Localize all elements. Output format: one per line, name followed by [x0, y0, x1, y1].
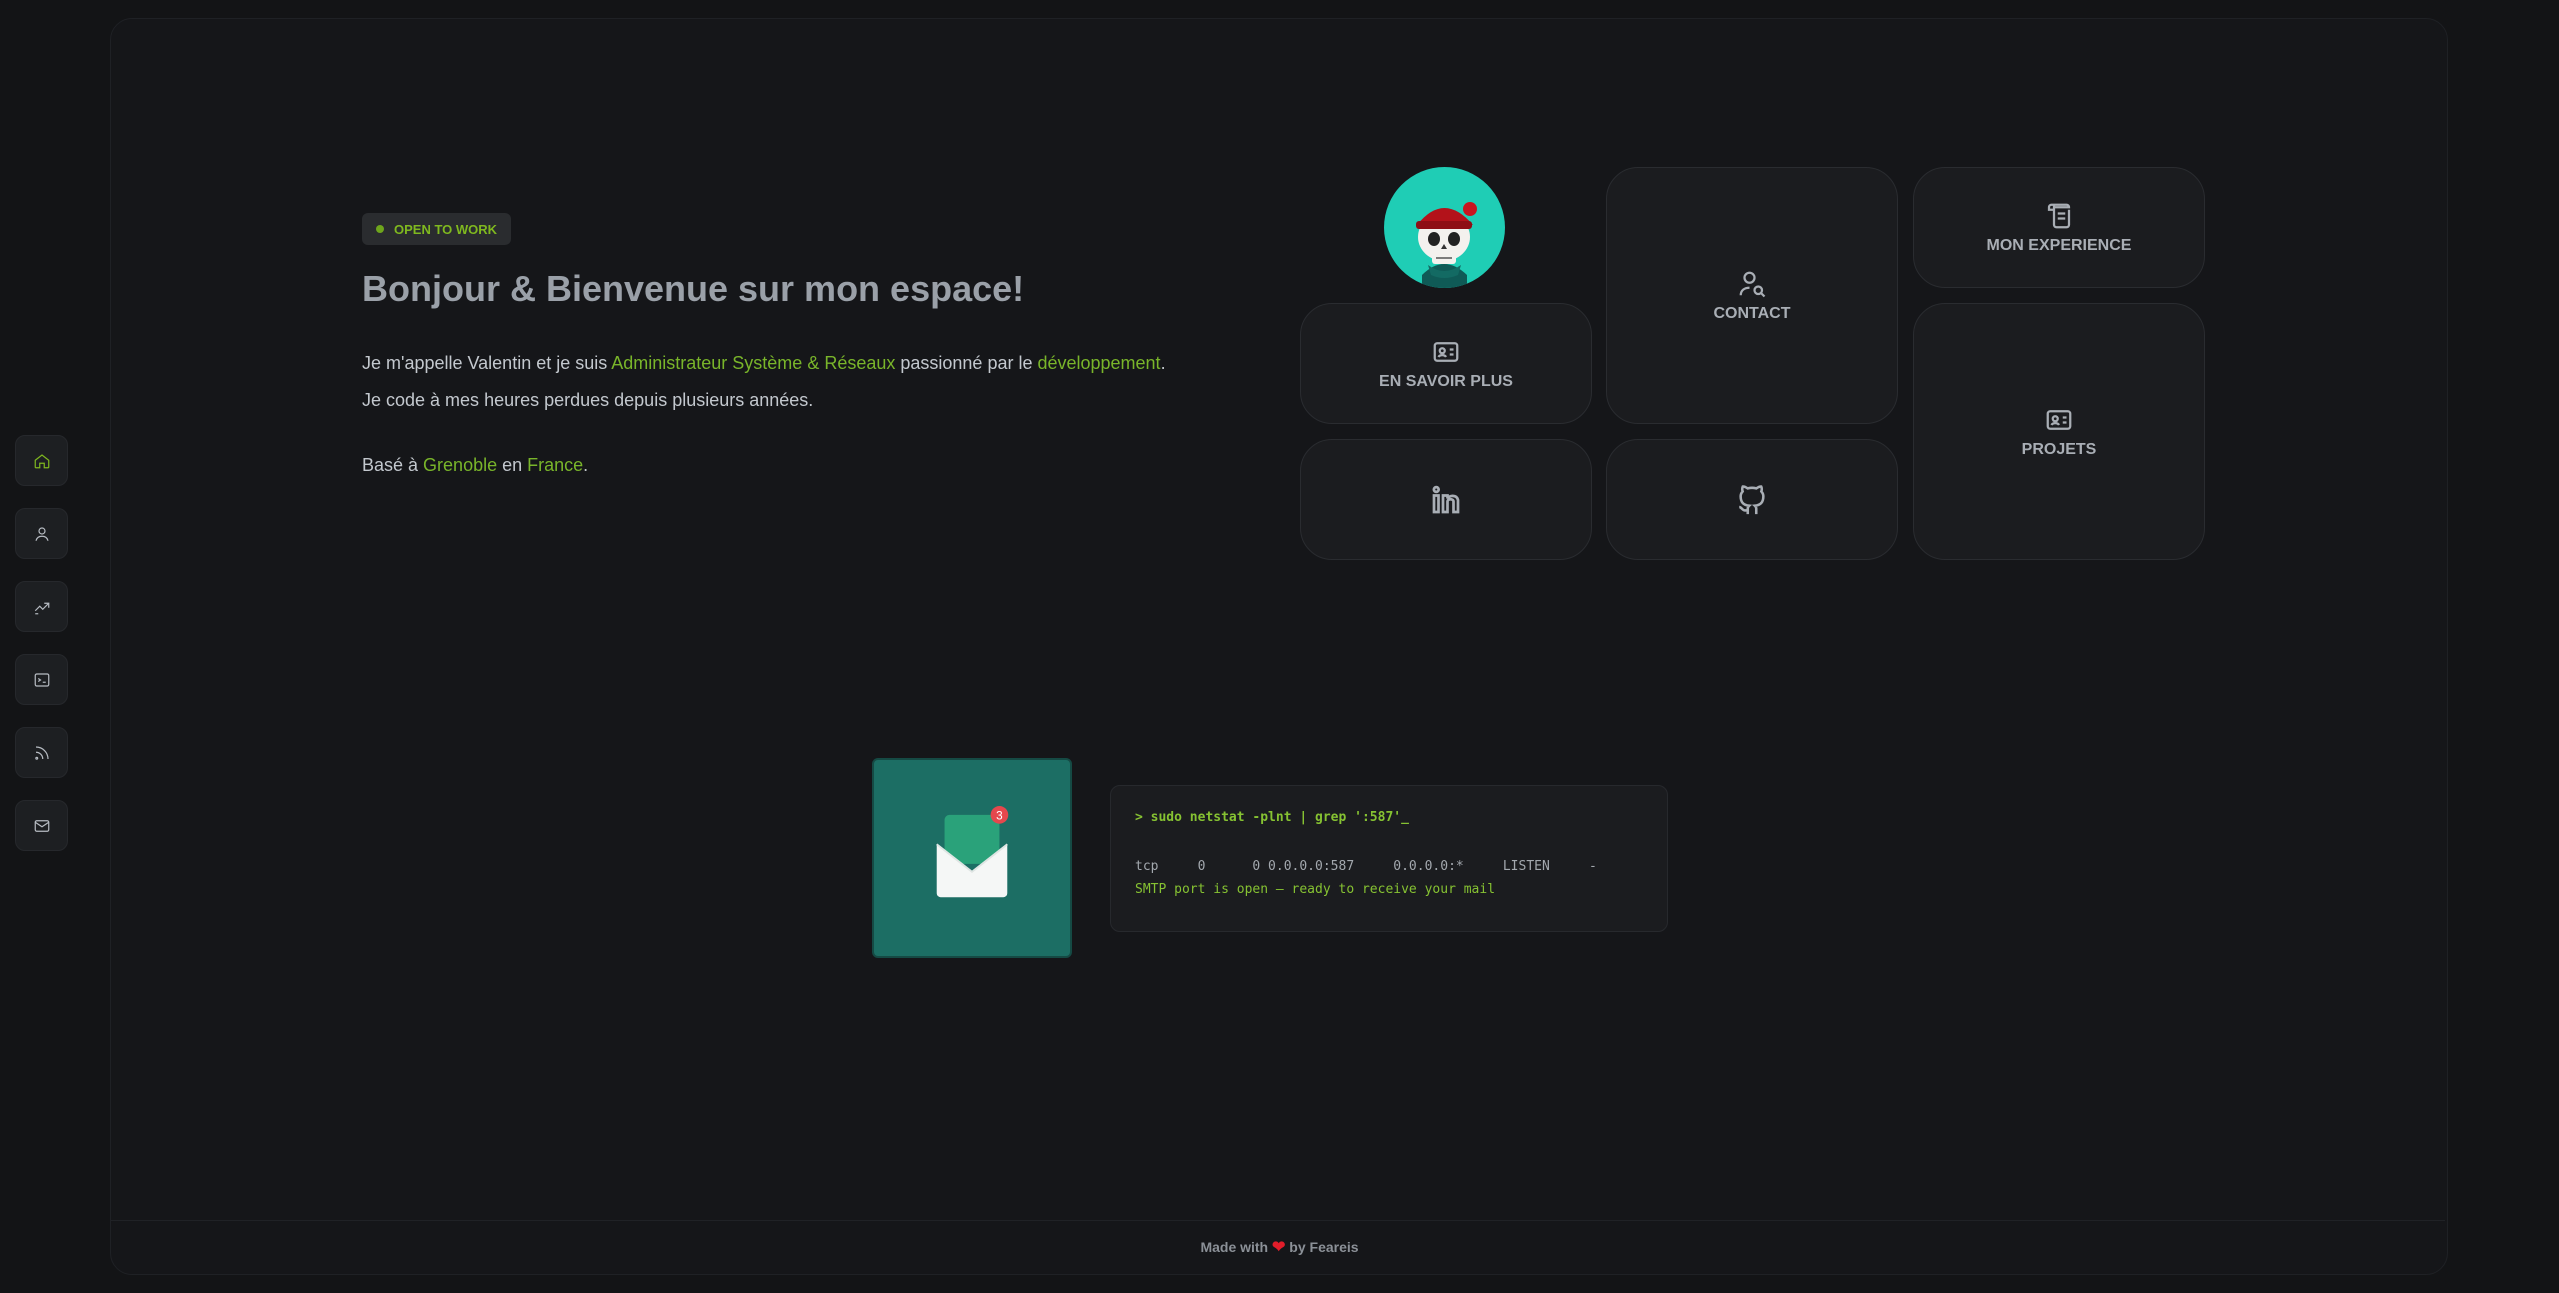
footer: Made with ❤ by Feareis — [0, 1237, 2559, 1257]
intro-text: Je m'appelle Valentin et je suis — [362, 353, 612, 373]
contact-tile-label: CONTACT — [1713, 304, 1791, 322]
scroll-icon — [2047, 203, 2071, 228]
user-search-icon — [1739, 271, 1766, 297]
sidebar-item-projects[interactable] — [15, 654, 68, 705]
sidebar-item-about[interactable] — [15, 508, 68, 559]
id-card-icon — [1433, 341, 1459, 362]
open-to-work-badge: OPEN TO WORK — [362, 213, 512, 245]
notification-count: 3 — [996, 809, 1003, 822]
trending-up-icon — [34, 602, 49, 614]
location-text: . — [583, 455, 589, 475]
mail-card[interactable]: 3 — [872, 758, 1072, 958]
badge-label: OPEN TO WORK — [394, 221, 498, 237]
sidebar-item-home[interactable] — [15, 435, 68, 486]
location-text: en — [497, 455, 528, 475]
city-highlight: Grenoble — [423, 455, 498, 475]
location-line: Basé à Grenoble en France. — [362, 455, 588, 476]
sidebar-item-blog[interactable] — [15, 727, 68, 778]
sidebar — [15, 435, 70, 873]
linkedin-icon — [1432, 485, 1460, 513]
footer-author: by Feareis — [1289, 1239, 1359, 1255]
github-tile[interactable] — [1606, 439, 1898, 560]
dev-highlight: développement — [1037, 353, 1161, 373]
page-title: Bonjour & Bienvenue sur mon espace! — [362, 268, 1025, 309]
location-text: Basé à — [362, 455, 424, 475]
footer-made-with: Made with — [1200, 1239, 1269, 1255]
mail-icon — [34, 819, 49, 832]
id-card-icon — [2046, 409, 2072, 430]
intro-line-2: Je code à mes heures perdues depuis plus… — [362, 390, 814, 410]
contact-tile[interactable]: CONTACT — [1606, 167, 1898, 424]
experience-tile-label: MON EXPERIENCE — [1986, 236, 2132, 254]
country-highlight: France — [527, 455, 584, 475]
projects-tile-label: PROJETS — [2021, 440, 2097, 458]
footer-divider — [111, 1220, 2445, 1221]
role-highlight: Administrateur Système & Réseaux — [611, 353, 896, 373]
terminal-icon — [34, 672, 49, 687]
sidebar-item-contact[interactable] — [15, 800, 68, 851]
intro-text: . — [1160, 353, 1166, 373]
skull-avatar-icon — [1416, 202, 1477, 288]
terminal-status: SMTP port is open — ready to receive you… — [1135, 882, 1496, 897]
projects-tile[interactable]: PROJETS — [1913, 303, 2205, 560]
heart-icon: ❤ — [1272, 1239, 1286, 1256]
linkedin-tile[interactable] — [1300, 439, 1592, 560]
github-icon — [1738, 484, 1765, 514]
rss-icon — [34, 745, 49, 760]
intro-line-1: Je m'appelle Valentin et je suis Adminis… — [362, 353, 1166, 374]
about-tile[interactable]: EN SAVOIR PLUS — [1300, 303, 1592, 424]
envelope-icon: 3 — [936, 806, 1009, 898]
status-dot — [376, 225, 384, 233]
user-icon — [34, 526, 49, 541]
terminal-panel: > sudo netstat -plnt | grep ':587'_ tcp … — [1110, 785, 1668, 932]
terminal-command: > sudo netstat -plnt | grep ':587'_ — [1135, 810, 1409, 825]
avatar — [1384, 167, 1505, 288]
sidebar-item-experience[interactable] — [15, 581, 68, 632]
terminal-output: tcp 0 0 0.0.0.0:587 0.0.0.0:* LISTEN - — [1135, 859, 1597, 874]
experience-tile[interactable]: MON EXPERIENCE — [1913, 167, 2205, 288]
home-icon — [34, 453, 49, 468]
about-tile-label: EN SAVOIR PLUS — [1379, 372, 1513, 390]
intro-text: passionné par le — [895, 353, 1038, 373]
